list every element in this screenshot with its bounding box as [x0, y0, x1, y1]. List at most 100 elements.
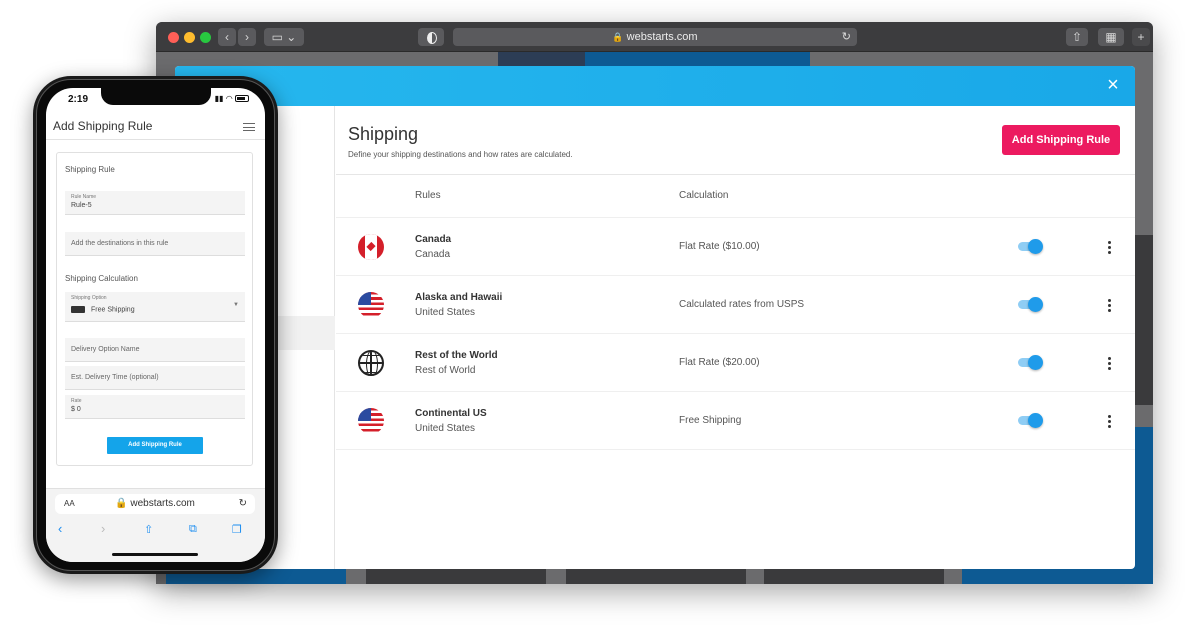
phone-address-bar[interactable]: AA 🔒 webstarts.com ↻ [55, 494, 255, 514]
background-tile [962, 567, 1142, 584]
sidebar-toggle-icon[interactable]: ▭ ⌄ [264, 28, 304, 46]
minimize-window-button[interactable] [184, 32, 195, 43]
rule-form: Shipping Rule Rule Name Rule-5 Add the d… [56, 152, 253, 466]
rule-region: Rest of World [415, 365, 476, 376]
shipping-modal: × Shipping Define your shipping destinat… [175, 66, 1135, 569]
status-icons: ▮▮ ◠ [215, 94, 249, 103]
globe-icon [358, 350, 384, 376]
delivery-time-field[interactable]: Est. Delivery Time (optional) [65, 366, 245, 390]
chevron-down-icon: ▼ [233, 302, 239, 308]
page-subtitle: Define your shipping destinations and ho… [348, 150, 573, 159]
phone-header: Add Shipping Rule [46, 116, 265, 140]
home-indicator[interactable] [112, 553, 198, 556]
back-icon[interactable]: ‹ [218, 28, 236, 46]
shipping-option-value-wrap: Free Shipping [71, 306, 135, 313]
rule-name[interactable]: Continental US [415, 408, 487, 419]
destinations-field[interactable]: Add the destinations in this rule [65, 232, 245, 256]
wifi-icon: ◠ [225, 94, 233, 103]
close-icon[interactable]: × [1103, 75, 1123, 95]
rule-name-value: Rule-5 [71, 202, 92, 209]
section-title-rule: Shipping Rule [65, 165, 115, 174]
rate-label: Rate [71, 398, 82, 404]
phone-page-title: Add Shipping Rule [53, 119, 153, 133]
address-bar[interactable]: 🔒 webstarts.com ↻ [453, 28, 857, 46]
tabs-icon[interactable]: ❐ [232, 523, 242, 536]
column-header-calculation: Calculation [679, 190, 729, 201]
new-tab-icon[interactable]: + [1132, 28, 1150, 46]
background-tile [366, 567, 546, 584]
table-row[interactable]: Continental US United States Free Shippi… [336, 392, 1135, 450]
rule-name[interactable]: Canada [415, 234, 451, 245]
rule-region: Canada [415, 249, 451, 260]
more-options-icon[interactable] [1107, 355, 1113, 371]
lock-icon: 🔒 [115, 498, 131, 509]
rule-calculation: Calculated rates from USPS [679, 299, 805, 310]
forward-icon[interactable]: › [101, 521, 105, 536]
rule-calculation: Free Shipping [679, 415, 742, 426]
rule-name[interactable]: Rest of the World [415, 350, 498, 361]
close-window-button[interactable] [168, 32, 179, 43]
us-flag-icon [358, 408, 384, 434]
delivery-name-placeholder: Delivery Option Name [71, 346, 140, 353]
rule-name[interactable]: Alaska and Hawaii [415, 292, 502, 303]
bookmarks-icon[interactable]: ⧉ [189, 523, 197, 536]
share-icon[interactable]: ⇧ [144, 523, 153, 536]
destinations-placeholder: Add the destinations in this rule [71, 240, 169, 247]
phone-toolbar: ‹ › ⇧ ⧉ ❐ [46, 521, 265, 537]
reload-icon[interactable]: ↻ [239, 494, 247, 514]
truck-icon [71, 306, 85, 313]
maximize-window-button[interactable] [200, 32, 211, 43]
lock-icon: 🔒 [612, 32, 624, 42]
phone-address-text: 🔒 webstarts.com [55, 494, 255, 514]
background-banner [585, 52, 810, 66]
shipping-main: Shipping Define your shipping destinatio… [336, 106, 1135, 569]
menu-icon[interactable] [243, 123, 255, 131]
phone-device: 2:19 ▮▮ ◠ Add Shipping Rule Shipping Rul… [33, 76, 278, 574]
section-title-calculation: Shipping Calculation [65, 274, 138, 283]
us-flag-icon [358, 292, 384, 318]
table-row[interactable]: Alaska and Hawaii United States Calculat… [336, 276, 1135, 334]
shipping-option-select[interactable]: Shipping Option Free Shipping ▼ [65, 292, 245, 322]
rule-enabled-toggle[interactable] [1018, 297, 1043, 312]
address-text: webstarts.com [626, 31, 698, 43]
rule-calculation: Flat Rate ($10.00) [679, 241, 760, 252]
more-options-icon[interactable] [1107, 297, 1113, 313]
more-options-icon[interactable] [1107, 413, 1113, 429]
shipping-option-value: Free Shipping [91, 306, 135, 314]
rate-field[interactable]: Rate $ 0 [65, 395, 245, 419]
more-options-icon[interactable] [1107, 239, 1113, 255]
tab-overview-icon[interactable]: ▦ [1098, 28, 1124, 46]
canada-flag-icon [358, 234, 384, 260]
browser-toolbar: ‹ › ▭ ⌄ 🔒 webstarts.com ↻ ⇧ ▦ + [156, 22, 1153, 52]
delivery-option-name-field[interactable]: Delivery Option Name [65, 338, 245, 362]
phone-browser-bar: AA 🔒 webstarts.com ↻ ‹ › ⇧ ⧉ ❐ [46, 488, 265, 562]
rule-enabled-toggle[interactable] [1018, 239, 1043, 254]
back-icon[interactable]: ‹ [58, 521, 62, 536]
rule-calculation: Flat Rate ($20.00) [679, 357, 760, 368]
battery-icon [235, 95, 249, 103]
stage: ‹ › ▭ ⌄ 🔒 webstarts.com ↻ ⇧ ▦ + × Shippi… [0, 0, 1185, 625]
modal-header: × [175, 66, 1135, 106]
forward-icon[interactable]: › [238, 28, 256, 46]
rule-name-field[interactable]: Rule Name Rule-5 [65, 191, 245, 215]
share-icon[interactable]: ⇧ [1066, 28, 1088, 46]
column-header-rules: Rules [415, 190, 441, 201]
phone-notch [101, 88, 211, 105]
add-shipping-rule-button[interactable]: Add Shipping Rule [1002, 125, 1120, 155]
background-image [498, 52, 585, 66]
desktop-browser-window: ‹ › ▭ ⌄ 🔒 webstarts.com ↻ ⇧ ▦ + × Shippi… [156, 22, 1153, 584]
phone-screen: 2:19 ▮▮ ◠ Add Shipping Rule Shipping Rul… [46, 88, 265, 562]
rule-name-label: Rule Name [71, 194, 97, 200]
table-row[interactable]: Canada Canada Flat Rate ($10.00) [336, 218, 1135, 276]
rule-region: United States [415, 423, 476, 434]
phone-url-host: webstarts.com [130, 498, 195, 509]
add-shipping-rule-submit-button[interactable]: Add Shipping Rule [107, 437, 203, 454]
reload-icon[interactable]: ↻ [842, 28, 851, 46]
privacy-shield-icon[interactable] [418, 28, 444, 46]
table-row[interactable]: Rest of the World Rest of World Flat Rat… [336, 334, 1135, 392]
rule-enabled-toggle[interactable] [1018, 355, 1043, 370]
background-tile [764, 567, 944, 584]
rule-enabled-toggle[interactable] [1018, 413, 1043, 428]
rate-value: $ 0 [71, 406, 81, 413]
page-title: Shipping [348, 124, 419, 144]
